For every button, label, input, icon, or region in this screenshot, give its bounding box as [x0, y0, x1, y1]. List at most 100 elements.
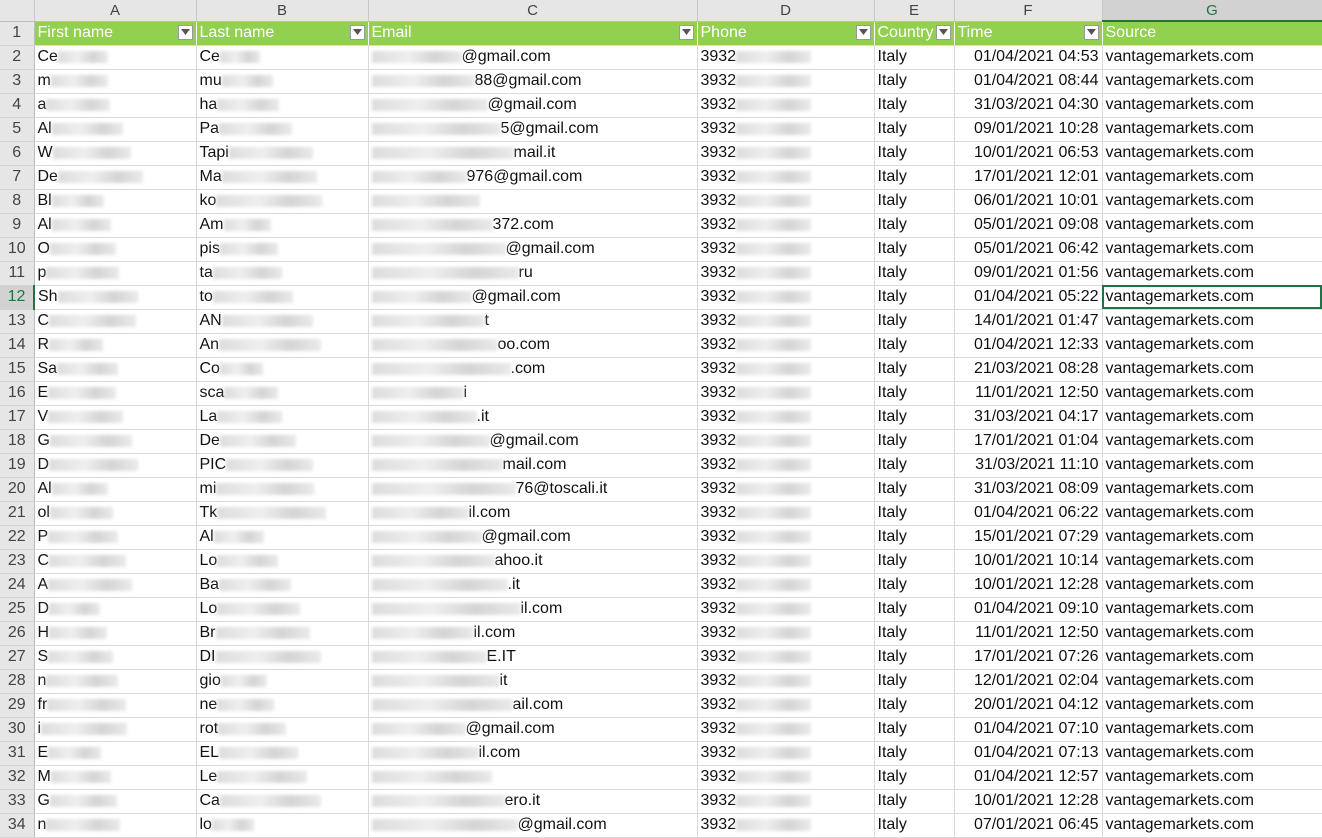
cell-first-name[interactable]: fr	[34, 693, 197, 718]
row-number[interactable]: 20	[0, 477, 35, 502]
cell-phone[interactable]: 3932	[697, 357, 875, 382]
cell-email[interactable]: oo.com	[368, 333, 698, 358]
cell-last-name[interactable]: PIC	[196, 453, 369, 478]
cell-email[interactable]: .com	[368, 357, 698, 382]
cell-country[interactable]: Italy	[874, 813, 955, 838]
cell-first-name[interactable]: E	[34, 741, 197, 766]
cell-last-name[interactable]: gio	[196, 669, 369, 694]
cell-source[interactable]: vantagemarkets.com	[1102, 453, 1322, 478]
cell-phone[interactable]: 3932	[697, 165, 875, 190]
cell-first-name[interactable]: D	[34, 453, 197, 478]
row-number[interactable]: 17	[0, 405, 35, 430]
row-number[interactable]: 12	[0, 285, 35, 310]
cell-time[interactable]: 17/01/2021 01:04	[954, 429, 1103, 454]
row-number[interactable]: 19	[0, 453, 35, 478]
row-number[interactable]: 3	[0, 69, 35, 94]
cell-last-name[interactable]: rot	[196, 717, 369, 742]
cell-email[interactable]: ahoo.it	[368, 549, 698, 574]
cell-time[interactable]: 10/01/2021 06:53	[954, 141, 1103, 166]
cell-time[interactable]: 10/01/2021 10:14	[954, 549, 1103, 574]
cell-first-name[interactable]: Al	[34, 213, 197, 238]
cell-last-name[interactable]: Pa	[196, 117, 369, 142]
row-number[interactable]: 26	[0, 621, 35, 646]
cell-country[interactable]: Italy	[874, 237, 955, 262]
cell-phone[interactable]: 3932	[697, 261, 875, 286]
cell-source[interactable]: vantagemarkets.com	[1102, 309, 1322, 334]
cell-last-name[interactable]: pis	[196, 237, 369, 262]
row-number[interactable]: 16	[0, 381, 35, 406]
cell-phone[interactable]: 3932	[697, 717, 875, 742]
cell-time[interactable]: 01/04/2021 07:13	[954, 741, 1103, 766]
cell-country[interactable]: Italy	[874, 573, 955, 598]
cell-source[interactable]: vantagemarkets.com	[1102, 189, 1322, 214]
cell-last-name[interactable]: Lo	[196, 549, 369, 574]
row-number[interactable]: 32	[0, 765, 35, 790]
cell-first-name[interactable]: V	[34, 405, 197, 430]
cell-last-name[interactable]: mu	[196, 69, 369, 94]
cell-source[interactable]: vantagemarkets.com	[1102, 573, 1322, 598]
cell-phone[interactable]: 3932	[697, 789, 875, 814]
cell-source[interactable]: vantagemarkets.com	[1102, 741, 1322, 766]
cell-email[interactable]: @gmail.com	[368, 813, 698, 838]
cell-phone[interactable]: 3932	[697, 189, 875, 214]
cell-email[interactable]: i	[368, 381, 698, 406]
cell-first-name[interactable]: A	[34, 573, 197, 598]
cell-first-name[interactable]: Sh	[34, 285, 197, 310]
cell-first-name[interactable]: n	[34, 669, 197, 694]
row-number[interactable]: 22	[0, 525, 35, 550]
cell-email[interactable]: @gmail.com	[368, 93, 698, 118]
cell-source[interactable]: vantagemarkets.com	[1102, 501, 1322, 526]
cell-last-name[interactable]: lo	[196, 813, 369, 838]
cell-email[interactable]	[368, 765, 698, 790]
cell-country[interactable]: Italy	[874, 69, 955, 94]
cell-first-name[interactable]: E	[34, 381, 197, 406]
cell-email[interactable]: il.com	[368, 597, 698, 622]
cell-time[interactable]: 01/04/2021 04:53	[954, 45, 1103, 70]
row-number[interactable]: 30	[0, 717, 35, 742]
cell-last-name[interactable]: DI	[196, 645, 369, 670]
cell-first-name[interactable]: m	[34, 69, 197, 94]
cell-source[interactable]: vantagemarkets.com	[1102, 261, 1322, 286]
cell-country[interactable]: Italy	[874, 285, 955, 310]
cell-email[interactable]: 88@gmail.com	[368, 69, 698, 94]
cell-last-name[interactable]: De	[196, 429, 369, 454]
filter-dropdown-icon[interactable]	[935, 24, 951, 40]
cell-last-name[interactable]: La	[196, 405, 369, 430]
cell-country[interactable]: Italy	[874, 429, 955, 454]
cell-phone[interactable]: 3932	[697, 309, 875, 334]
cell-source[interactable]: vantagemarkets.com	[1102, 597, 1322, 622]
cell-first-name[interactable]: Al	[34, 477, 197, 502]
cell-time[interactable]: 31/03/2021 04:30	[954, 93, 1103, 118]
row-number[interactable]: 31	[0, 741, 35, 766]
cell-phone[interactable]: 3932	[697, 597, 875, 622]
cell-phone[interactable]: 3932	[697, 405, 875, 430]
cell-first-name[interactable]: W	[34, 141, 197, 166]
cell-email[interactable]: @gmail.com	[368, 429, 698, 454]
cell-source[interactable]: vantagemarkets.com	[1102, 693, 1322, 718]
cell-country[interactable]: Italy	[874, 453, 955, 478]
cell-first-name[interactable]: De	[34, 165, 197, 190]
cell-first-name[interactable]: G	[34, 429, 197, 454]
cell-email[interactable]: .it	[368, 573, 698, 598]
cell-country[interactable]: Italy	[874, 93, 955, 118]
cell-time[interactable]: 31/03/2021 08:09	[954, 477, 1103, 502]
cell-source[interactable]: vantagemarkets.com	[1102, 549, 1322, 574]
cell-source[interactable]: vantagemarkets.com	[1102, 477, 1322, 502]
cell-country[interactable]: Italy	[874, 309, 955, 334]
cell-last-name[interactable]: Co	[196, 357, 369, 382]
cell-last-name[interactable]: Tapi	[196, 141, 369, 166]
row-number[interactable]: 5	[0, 117, 35, 142]
select-all-corner[interactable]	[0, 0, 35, 22]
cell-email[interactable]: il.com	[368, 621, 698, 646]
filter-dropdown-icon[interactable]	[1083, 24, 1099, 40]
cell-phone[interactable]: 3932	[697, 693, 875, 718]
row-number[interactable]: 25	[0, 597, 35, 622]
cell-country[interactable]: Italy	[874, 717, 955, 742]
cell-country[interactable]: Italy	[874, 381, 955, 406]
cell-source[interactable]: vantagemarkets.com	[1102, 333, 1322, 358]
cell-country[interactable]: Italy	[874, 741, 955, 766]
cell-phone[interactable]: 3932	[697, 213, 875, 238]
cell-last-name[interactable]: Ba	[196, 573, 369, 598]
cell-last-name[interactable]: to	[196, 285, 369, 310]
row-number[interactable]: 14	[0, 333, 35, 358]
